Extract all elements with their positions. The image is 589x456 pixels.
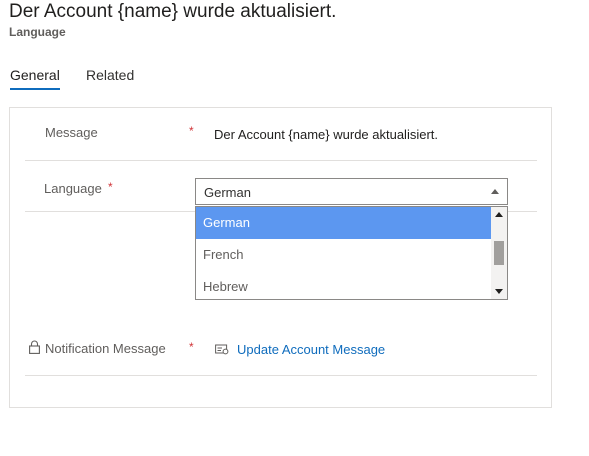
language-option-french[interactable]: French [196, 239, 491, 271]
scroll-down-arrow-icon[interactable] [495, 289, 503, 294]
notification-label: Notification Message [45, 341, 166, 356]
notification-required-mark: * [189, 340, 194, 354]
chevron-up-icon [491, 189, 499, 194]
page-subtitle: Language [9, 25, 66, 39]
scroll-thumb[interactable] [494, 241, 504, 265]
tab-general[interactable]: General [10, 66, 60, 90]
language-option-german[interactable]: German [196, 207, 491, 239]
divider [25, 160, 537, 161]
tab-related[interactable]: Related [86, 66, 134, 84]
notification-message-link[interactable]: Update Account Message [237, 342, 385, 358]
language-option-hebrew[interactable]: Hebrew [196, 271, 491, 299]
language-label: Language [44, 181, 102, 196]
scroll-up-arrow-icon[interactable] [495, 212, 503, 217]
language-dropdown-list[interactable]: German French Hebrew [195, 206, 508, 300]
message-required-mark: * [189, 124, 194, 138]
message-value[interactable]: Der Account {name} wurde aktualisiert. [214, 127, 438, 143]
active-tab-indicator [10, 88, 60, 90]
tab-related-label: Related [86, 67, 135, 83]
message-label: Message [45, 125, 98, 140]
page-title: Der Account {name} wurde aktualisiert. [9, 1, 337, 22]
entity-record-icon [215, 344, 229, 355]
lock-icon [29, 340, 40, 354]
tab-general-label: General [10, 67, 60, 83]
language-select-value: German [204, 185, 251, 200]
dropdown-scrollbar[interactable] [491, 207, 507, 299]
language-select[interactable]: German [195, 178, 508, 205]
divider [25, 375, 537, 376]
language-required-mark: * [108, 180, 113, 194]
